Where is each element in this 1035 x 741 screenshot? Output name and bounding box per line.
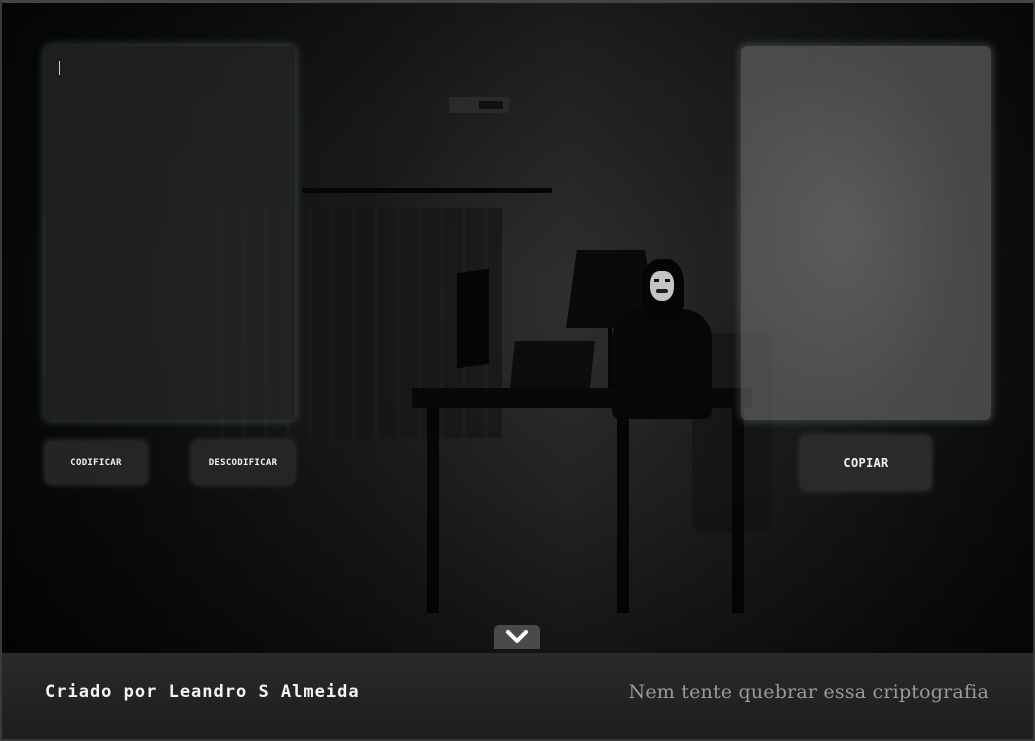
output-panel	[741, 46, 991, 420]
input-textarea[interactable]	[45, 46, 295, 420]
scroll-down-button[interactable]	[494, 625, 540, 649]
encode-button[interactable]: CODIFICAR	[45, 441, 147, 484]
footer-tagline: Nem tente quebrar essa criptografia	[628, 681, 989, 703]
text-caret	[59, 61, 60, 75]
copy-button[interactable]: COPIAR	[801, 436, 931, 490]
chevron-down-icon	[506, 630, 528, 643]
output-text	[741, 46, 991, 70]
decode-button[interactable]: DESCODIFICAR	[192, 441, 294, 484]
input-panel	[45, 46, 295, 420]
footer-credit: Criado por Leandro S Almeida	[45, 682, 360, 702]
